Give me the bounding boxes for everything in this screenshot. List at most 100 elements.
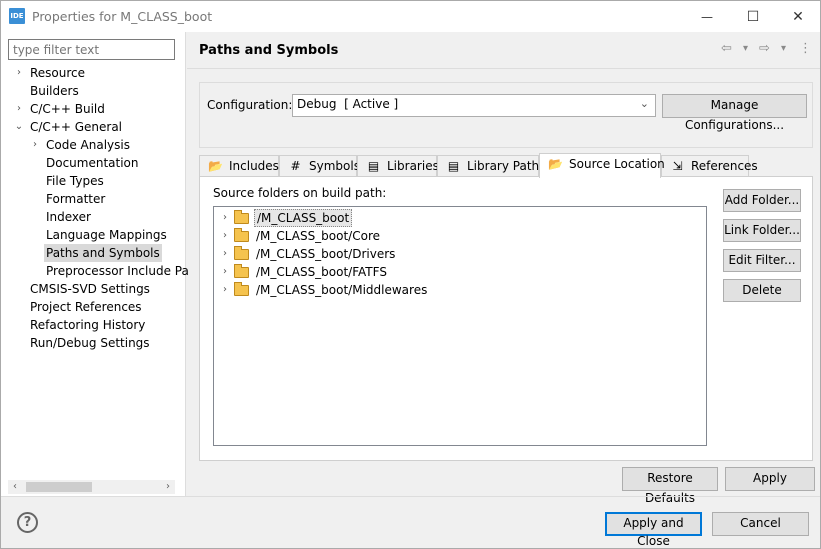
tree-item[interactable]: › Code Analysis [1, 136, 186, 154]
tree-item-label: C/C++ General [30, 120, 123, 134]
manage-configurations-button[interactable]: Manage Configurations... [662, 94, 807, 132]
folder-path-label: /M_CLASS_boot/FATFS [256, 265, 387, 279]
left-panel: › Resource Builders › C/C++ Build ⌄ C/C++ Gene… [1, 32, 189, 496]
chevron-right-icon[interactable]: › [14, 100, 24, 118]
tree-item[interactable]: Paths and Symbols [1, 244, 186, 262]
tree-item[interactable]: Language Mappings [1, 226, 186, 244]
tree-item-label: Indexer [46, 210, 91, 224]
chevron-right-icon[interactable] [30, 208, 40, 226]
tab-references[interactable]: ⇲ References [661, 155, 758, 177]
tree-item[interactable]: › Resource [1, 64, 186, 82]
source-folder-icon: 📂 [548, 157, 563, 171]
chevron-right-icon[interactable] [14, 316, 24, 334]
tree-item[interactable]: File Types [1, 172, 186, 190]
close-button[interactable]: ✕ [775, 1, 821, 32]
scroll-left-icon[interactable]: ‹ [8, 480, 22, 494]
tree-horizontal-scrollbar[interactable]: ‹ › [8, 480, 175, 494]
chevron-right-icon[interactable] [14, 82, 24, 100]
scroll-right-icon[interactable]: › [161, 480, 175, 494]
tree-item[interactable]: ⌄ C/C++ General [1, 118, 186, 136]
chevron-right-icon[interactable]: › [220, 281, 230, 299]
chevron-right-icon[interactable] [30, 262, 40, 280]
folder-icon [234, 246, 249, 260]
tree-item-label: Project References [30, 300, 142, 314]
chevron-down-icon: ⌄ [639, 97, 649, 110]
chevron-right-icon[interactable]: › [14, 64, 24, 82]
folder-icon [234, 264, 249, 278]
tree-item[interactable]: Run/Debug Settings [1, 334, 186, 352]
footer-divider [1, 496, 820, 497]
tree-item-label: Builders [30, 84, 79, 98]
tree-item[interactable]: Indexer [1, 208, 186, 226]
add-folder-button[interactable]: Add Folder... [723, 189, 801, 212]
tree-item[interactable]: Documentation [1, 154, 186, 172]
back-arrow-icon[interactable]: ⇦ [721, 41, 732, 56]
apply-and-close-button[interactable]: Apply and Close [605, 512, 702, 548]
list-item[interactable]: › /M_CLASS_boot/Drivers [214, 245, 704, 263]
tab-source-location[interactable]: 📂 Source Location [539, 153, 665, 178]
header-divider [187, 68, 820, 69]
chevron-right-icon[interactable]: › [30, 136, 40, 154]
forward-menu-chevron-icon[interactable]: ▾ [781, 43, 786, 54]
chevron-right-icon[interactable]: › [220, 227, 230, 245]
source-folders-list[interactable]: › /M_CLASS_boot › /M_CLASS_boot/Core › /M_CLA… [213, 206, 707, 446]
chevron-down-icon[interactable]: ⌄ [14, 118, 24, 136]
chevron-right-icon[interactable]: › [220, 263, 230, 281]
tree-item-label: Code Analysis [46, 138, 130, 152]
filter-input[interactable] [8, 39, 175, 60]
more-options-icon[interactable]: ⋮ [799, 41, 812, 56]
chevron-right-icon[interactable] [30, 154, 40, 172]
maximize-button[interactable]: ☐ [730, 1, 776, 32]
close-icon: ✕ [792, 8, 804, 25]
page-title: Paths and Symbols [199, 43, 339, 58]
tree-item[interactable]: Project References [1, 298, 186, 316]
back-menu-chevron-icon[interactable]: ▾ [743, 43, 748, 54]
folder-path-label: /M_CLASS_boot/Drivers [256, 247, 396, 261]
chevron-right-icon[interactable] [30, 172, 40, 190]
tab-label: Libraries [387, 159, 439, 173]
tree-item[interactable]: › C/C++ Build [1, 100, 186, 118]
tree-item[interactable]: Refactoring History [1, 316, 186, 334]
include-folder-icon: 📂 [208, 159, 223, 173]
chevron-right-icon[interactable] [14, 280, 24, 298]
chevron-right-icon[interactable] [14, 298, 24, 316]
chevron-right-icon[interactable] [30, 244, 40, 262]
minimize-icon: — [701, 9, 713, 24]
forward-arrow-icon[interactable]: ⇨ [759, 41, 770, 56]
tab-libraries[interactable]: ▤ Libraries [357, 155, 439, 177]
tree-item[interactable]: Preprocessor Include Pa [1, 262, 189, 280]
tab-label: References [691, 159, 758, 173]
list-item[interactable]: › /M_CLASS_boot/Middlewares [214, 281, 704, 299]
configuration-select[interactable]: Debug [ Active ] ⌄ [292, 94, 656, 117]
tab-includes[interactable]: 📂 Includes [199, 155, 279, 177]
scrollbar-thumb[interactable] [26, 482, 92, 492]
chevron-right-icon[interactable] [30, 190, 40, 208]
cancel-button[interactable]: Cancel [712, 512, 809, 536]
tree-item[interactable]: Formatter [1, 190, 186, 208]
minimize-button[interactable]: — [684, 1, 730, 32]
list-item[interactable]: › /M_CLASS_boot/FATFS [214, 263, 704, 281]
hash-icon: # [290, 159, 301, 173]
tree-item[interactable]: Builders [1, 82, 186, 100]
apply-button[interactable]: Apply [725, 467, 815, 491]
delete-button[interactable]: Delete [723, 279, 801, 302]
tab-library-paths[interactable]: ▤ Library Paths [437, 155, 545, 177]
list-item[interactable]: › /M_CLASS_boot [214, 209, 704, 227]
chevron-right-icon[interactable] [30, 226, 40, 244]
source-folders-label: Source folders on build path: [213, 186, 387, 200]
title-bar: IDE Properties for M_CLASS_boot — ☐ ✕ [1, 1, 820, 32]
restore-defaults-button[interactable]: Restore Defaults [622, 467, 718, 505]
tab-symbols[interactable]: # Symbols [279, 155, 360, 177]
folder-icon [234, 210, 249, 224]
tree-item-label: Resource [30, 66, 86, 80]
tab-label: Includes [229, 159, 279, 173]
window-title: Properties for M_CLASS_boot [32, 9, 213, 24]
tree-item[interactable]: CMSIS-SVD Settings [1, 280, 186, 298]
edit-filter-button[interactable]: Edit Filter... [723, 249, 801, 272]
link-folder-button[interactable]: Link Folder... [723, 219, 801, 242]
chevron-right-icon[interactable] [14, 334, 24, 352]
chevron-right-icon[interactable]: › [220, 245, 230, 263]
chevron-right-icon[interactable]: › [220, 209, 230, 227]
help-icon[interactable]: ? [17, 512, 38, 533]
list-item[interactable]: › /M_CLASS_boot/Core [214, 227, 704, 245]
